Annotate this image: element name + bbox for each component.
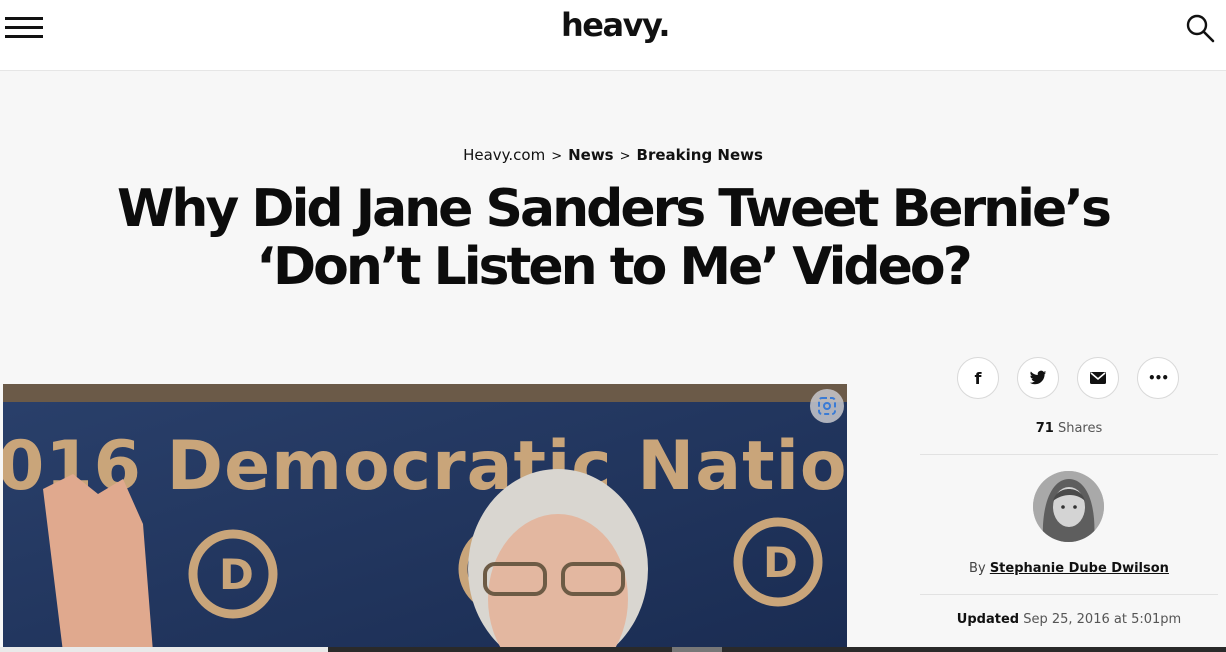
search-icon[interactable] (1185, 13, 1215, 43)
author-avatar[interactable] (1033, 471, 1104, 542)
share-count: 71 Shares (920, 421, 1218, 436)
author-link[interactable]: Stephanie Dube Dwilson (990, 561, 1169, 576)
breadcrumb-separator: > (551, 149, 563, 164)
share-count-number: 71 (1035, 421, 1054, 436)
breadcrumb-home[interactable]: Heavy.com (463, 146, 545, 164)
byline-prefix: By (969, 561, 986, 576)
more-icon: ••• (1147, 371, 1169, 385)
svg-text:D: D (763, 538, 798, 587)
breadcrumb-separator: > (619, 149, 631, 164)
twitter-share-button[interactable] (1017, 357, 1059, 399)
more-share-button[interactable]: ••• (1137, 357, 1179, 399)
article-title: Why Did Jane Sanders Tweet Bernie’s ‘Don… (117, 179, 1112, 297)
sidebar-divider (920, 454, 1218, 455)
bottom-strip (0, 647, 1226, 652)
facebook-share-button[interactable]: f (957, 357, 999, 399)
svg-text:D: D (219, 550, 254, 599)
email-share-button[interactable] (1077, 357, 1119, 399)
breadcrumb-breaking-news[interactable]: Breaking News (637, 146, 763, 164)
breadcrumb-news[interactable]: News (568, 146, 614, 164)
hamburger-menu-icon[interactable] (5, 17, 43, 39)
site-logo[interactable]: heavy. (561, 6, 671, 50)
twitter-icon (1029, 370, 1047, 385)
hero-image[interactable]: 016 Democratic National D D (3, 384, 847, 652)
share-buttons: f ••• (957, 357, 1181, 399)
updated-label: Updated (956, 612, 1020, 627)
byline: By Stephanie Dube Dwilson (920, 561, 1218, 576)
updated-timestamp: Updated Sep 25, 2016 at 5:01pm (920, 612, 1218, 627)
zoom-icon[interactable] (810, 389, 844, 423)
facebook-icon: f (974, 368, 982, 388)
breadcrumb: Heavy.com > News > Breaking News (0, 146, 1226, 164)
share-count-label: Shares (1057, 421, 1103, 436)
updated-value: Sep 25, 2016 at 5:01pm (1023, 612, 1182, 627)
sidebar-divider (920, 594, 1218, 595)
site-header: heavy. (0, 0, 1226, 71)
email-icon (1090, 372, 1106, 384)
